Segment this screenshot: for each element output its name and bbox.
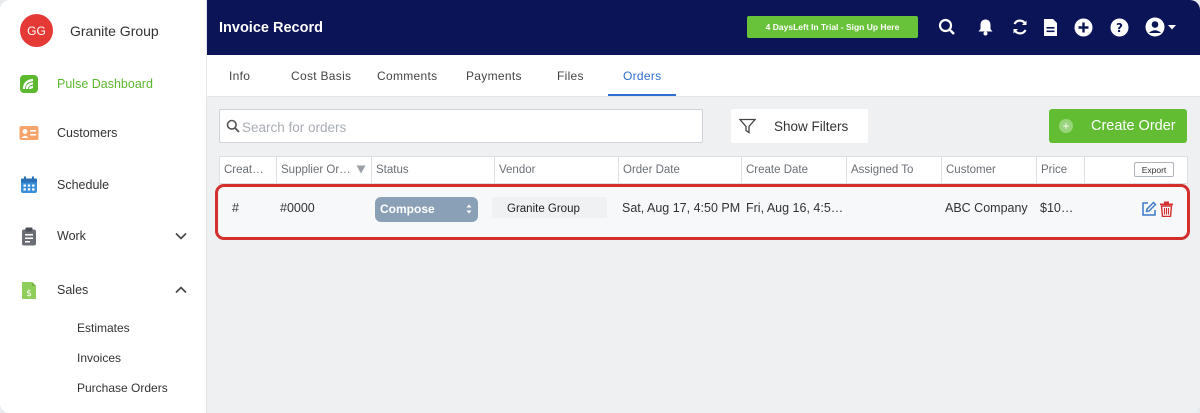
add-circle-icon[interactable]	[1072, 16, 1094, 38]
cell-vendor: Granite Group	[492, 197, 607, 218]
tab-files[interactable]: Files	[557, 69, 584, 83]
sort-icon[interactable]	[356, 165, 366, 174]
sidebar-subitem-estimates[interactable]: Estimates	[77, 321, 130, 335]
active-tab-indicator	[608, 94, 676, 96]
trial-signup-button[interactable]: 4 DaysLeft In Trial - Sign Up Here	[747, 16, 918, 38]
cell-supplier-order: #0000	[280, 201, 315, 215]
show-filters-label: Show Filters	[774, 118, 849, 134]
sidebar-subitem-invoices[interactable]: Invoices	[77, 351, 121, 365]
select-arrows-icon	[466, 204, 472, 214]
sidebar-item-customers[interactable]: Customers	[0, 116, 206, 150]
cell-created: #	[232, 201, 239, 215]
sidebar-item-label: Work	[57, 229, 86, 243]
create-order-button[interactable]: + Create Order	[1049, 109, 1187, 143]
search-input[interactable]	[242, 116, 692, 138]
column-header-customer[interactable]: Customer	[941, 157, 1036, 183]
column-header-create-date[interactable]: Create Date	[741, 157, 846, 183]
clipboard-icon	[19, 226, 39, 246]
filter-icon	[739, 118, 756, 134]
company-name: Granite Group	[70, 22, 159, 39]
cell-customer: ABC Company	[945, 201, 1028, 215]
tab-orders[interactable]: Orders	[623, 69, 661, 83]
trash-icon[interactable]	[1159, 201, 1174, 217]
help-icon[interactable]: ?	[1108, 16, 1130, 38]
status-select[interactable]: Compose	[375, 197, 478, 222]
avatar[interactable]: GG	[20, 14, 53, 47]
table-row[interactable]: # #0000 Compose Granite Group Sat, Aug 1…	[219, 187, 1187, 237]
column-header-order-date[interactable]: Order Date	[618, 157, 741, 183]
tab-info[interactable]: Info	[229, 69, 250, 83]
svg-text:$: $	[26, 289, 32, 299]
cell-price: $10…	[1040, 201, 1074, 215]
dollar-document-icon: $	[19, 280, 39, 300]
tab-payments[interactable]: Payments	[466, 69, 522, 83]
pulse-logo-icon	[19, 74, 39, 94]
record-tabs: Info Cost Basis Comments Payments Files …	[207, 55, 1200, 97]
user-account-icon[interactable]	[1144, 16, 1180, 38]
sync-icon[interactable]	[1009, 16, 1031, 38]
show-filters-button[interactable]: Show Filters	[731, 109, 868, 143]
column-header-price[interactable]: Price	[1036, 157, 1084, 183]
app-window: GG Granite Group Pulse Dashboard Custome…	[0, 0, 1200, 413]
chevron-down-icon[interactable]	[174, 229, 188, 243]
column-header-label: Supplier Or…	[281, 164, 351, 176]
document-icon[interactable]	[1039, 16, 1061, 38]
search-icon	[226, 119, 240, 133]
sidebar-subitem-purchase-orders[interactable]: Purchase Orders	[77, 381, 168, 395]
create-order-label: Create Order	[1091, 118, 1176, 134]
orders-table-header: Creat… Supplier Or… Status Vendor Order …	[219, 156, 1188, 184]
sidebar-item-label: Schedule	[57, 178, 110, 192]
sidebar-item-sales[interactable]: $ Sales	[0, 273, 206, 307]
bell-icon[interactable]	[974, 16, 996, 38]
page-title: Invoice Record	[219, 20, 323, 36]
tab-cost-basis[interactable]: Cost Basis	[291, 69, 351, 83]
search-icon[interactable]	[936, 16, 958, 38]
column-header-created[interactable]: Creat…	[220, 157, 276, 183]
chevron-up-icon[interactable]	[174, 283, 188, 297]
plus-icon: +	[1059, 119, 1073, 133]
company-brand[interactable]: GG Granite Group	[20, 14, 159, 47]
edit-icon[interactable]	[1141, 201, 1157, 217]
svg-text:?: ?	[1116, 21, 1123, 35]
column-header-status[interactable]: Status	[371, 157, 494, 183]
calendar-icon	[19, 175, 39, 195]
cell-order-date: Sat, Aug 17, 4:50 PM	[622, 201, 741, 215]
sidebar-item-label: Customers	[57, 126, 118, 140]
cell-create-date: Fri, Aug 16, 4:5…	[746, 201, 844, 215]
sidebar-item-label: Pulse Dashboard	[57, 77, 153, 91]
sidebar-item-schedule[interactable]: Schedule	[0, 168, 206, 202]
top-header: Invoice Record 4 DaysLeft In Trial - Sig…	[207, 0, 1200, 55]
tab-comments[interactable]: Comments	[377, 69, 437, 83]
search-box	[219, 109, 703, 143]
contact-card-icon	[19, 123, 39, 143]
status-value: Compose	[380, 202, 435, 216]
column-header-assigned-to[interactable]: Assigned To	[846, 157, 941, 183]
sidebar-item-work[interactable]: Work	[0, 219, 206, 253]
export-button[interactable]: Export	[1134, 162, 1174, 177]
sidebar-item-label: Sales	[57, 283, 89, 297]
sidebar: GG Granite Group Pulse Dashboard Custome…	[0, 0, 207, 413]
sidebar-item-pulse-dashboard[interactable]: Pulse Dashboard	[0, 67, 206, 101]
column-header-supplier-order[interactable]: Supplier Or…	[276, 157, 371, 183]
column-header-vendor[interactable]: Vendor	[494, 157, 618, 183]
